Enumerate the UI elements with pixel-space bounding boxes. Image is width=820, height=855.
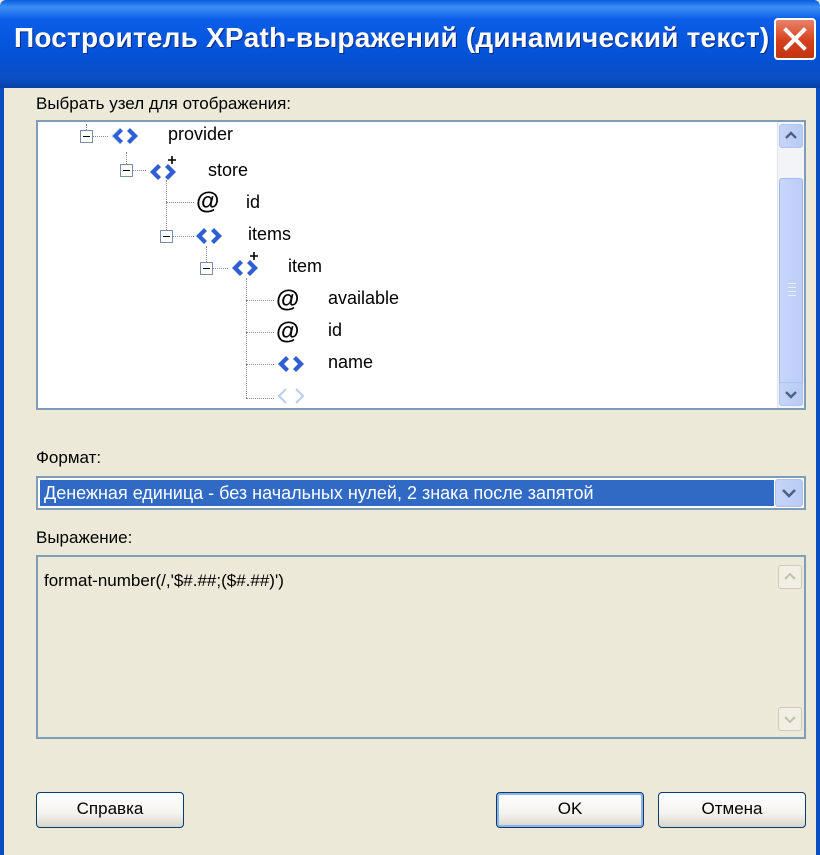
cancel-button[interactable]: Отмена [658, 792, 806, 828]
element-icon [196, 228, 222, 244]
chevron-down-icon [784, 716, 796, 724]
element-icon [111, 127, 138, 145]
expression-scrollbar[interactable] [776, 557, 804, 737]
help-button[interactable]: Справка [36, 792, 184, 828]
chevron-up-icon [785, 131, 797, 139]
cancel-button-label: Отмена [701, 799, 763, 818]
element-icon [278, 356, 304, 372]
tree-line [212, 268, 228, 269]
tree-line [246, 364, 274, 365]
collapse-toggle[interactable] [200, 262, 213, 275]
window-frame-left [0, 88, 4, 855]
element-repeating-icon [150, 156, 176, 180]
tree-line [246, 398, 274, 399]
collapse-toggle[interactable] [120, 164, 133, 177]
scroll-up-button[interactable] [779, 124, 803, 148]
scroll-down-button[interactable] [779, 382, 803, 406]
title-bar[interactable]: Построитель XPath-выражений (динамически… [0, 0, 820, 88]
attribute-icon: @ [276, 286, 300, 313]
format-dropdown-button[interactable] [775, 479, 803, 507]
collapse-toggle[interactable] [160, 230, 173, 243]
chevron-down-icon [782, 489, 796, 498]
tree-line [92, 136, 108, 137]
expression-textarea[interactable]: format-number(/,'$#.##;($#.##)') [36, 555, 806, 739]
scroll-up-button[interactable] [778, 565, 802, 589]
chevron-up-icon [784, 572, 796, 580]
tree-line [246, 300, 274, 301]
window-frame-right [816, 88, 820, 855]
node-tree[interactable]: provider store @ id items item @ availab… [36, 120, 806, 410]
ok-button-label: OK [557, 799, 583, 818]
ok-button[interactable]: OK [496, 792, 644, 828]
element-icon [277, 388, 305, 404]
format-selected-value: Денежная единица - без начальных нулей, … [40, 480, 774, 506]
attribute-icon: @ [196, 188, 220, 215]
tree-line [166, 180, 167, 236]
tree-scrollbar[interactable] [777, 122, 804, 408]
collapse-toggle[interactable] [80, 130, 93, 143]
format-label: Формат: [36, 448, 102, 467]
scroll-thumb[interactable] [779, 178, 803, 402]
close-button[interactable] [774, 18, 816, 60]
close-icon [783, 27, 807, 51]
format-select[interactable]: Денежная единица - без начальных нулей, … [36, 476, 806, 510]
window-title: Построитель XPath-выражений (динамически… [14, 22, 770, 53]
tree-line [172, 236, 194, 237]
expression-value: format-number(/,'$#.##;($#.##)') [44, 571, 284, 590]
element-repeating-icon [232, 252, 258, 276]
expression-label: Выражение: [36, 528, 133, 547]
chevron-down-icon [785, 391, 797, 399]
tree-line [166, 202, 194, 203]
tree-line [246, 332, 274, 333]
help-button-label: Справка [76, 799, 144, 818]
tree-line [132, 170, 146, 171]
tree-line [246, 278, 247, 398]
scroll-down-button[interactable] [778, 707, 802, 731]
attribute-icon: @ [276, 318, 300, 345]
tree-label: Выбрать узел для отображения: [36, 94, 292, 113]
